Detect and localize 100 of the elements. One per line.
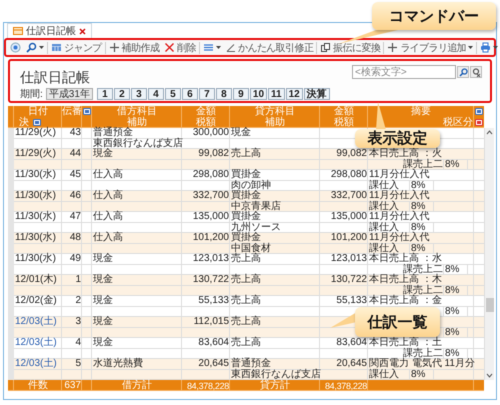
table-cell-text: 中国食材 <box>230 244 272 254</box>
table-cell-text: 現金 <box>230 128 252 138</box>
month-button[interactable]: 決算 <box>304 88 330 100</box>
table-cell-text: 買掛金 <box>230 191 261 202</box>
tag-icon <box>475 119 483 126</box>
table-cell-text: 11/30(水) <box>14 254 57 264</box>
table-cell-text: 売上高 <box>230 317 262 328</box>
table-cell-text: 現金 <box>92 338 114 348</box>
month-button[interactable]: 7 <box>198 88 215 100</box>
table-cell-text: 売上高 <box>230 254 262 264</box>
month-button[interactable]: 6 <box>182 88 198 100</box>
month-button[interactable]: 9 <box>232 88 249 100</box>
month-button[interactable]: 4 <box>148 88 164 100</box>
table-cell-text: 売上高 <box>230 149 262 160</box>
table-cell-text: 九州ソース <box>230 222 282 233</box>
table-cell-text: 買掛金 <box>230 170 261 180</box>
month-button[interactable]: 2 <box>114 88 130 100</box>
table-cell-text: 11月分仕入代 <box>368 191 430 202</box>
table-cell-text: 貸方計 <box>259 380 291 391</box>
table-cell-text: 仕入高 <box>92 191 124 202</box>
table-cell-text: 298,080 <box>330 170 368 180</box>
table-cell-text: 300,000 <box>192 128 230 138</box>
table-cell-text: 仕入高 <box>92 170 124 180</box>
table-cell-text: 売上高 <box>230 338 262 348</box>
table-cell-text: 11月分仕入代 <box>368 212 430 222</box>
table-cell-text: 99,082 <box>197 149 230 160</box>
table-cell-text: 普通預金 <box>230 359 272 370</box>
ledger-icon <box>13 27 23 35</box>
toolbar-icon-button[interactable] <box>8 40 23 54</box>
toolbar-button[interactable]: 削除 <box>162 40 198 54</box>
search-field[interactable]: <検索文字> <box>352 65 456 79</box>
scrollbar[interactable] <box>484 128 494 380</box>
table-cell-text: 肉の卸神 <box>230 180 272 191</box>
table-cell-text: 332,700 <box>330 191 368 202</box>
toolbar-icon-button[interactable] <box>478 40 500 54</box>
table-cell-text: 44 <box>68 149 82 160</box>
table-cell-text: 12/01(木) <box>14 275 58 286</box>
table-cell-text: 11/29(火) <box>14 149 57 160</box>
search-icon <box>26 42 37 53</box>
month-button[interactable]: 3 <box>130 88 147 100</box>
caret-icon <box>216 46 222 49</box>
table-icon <box>51 42 62 53</box>
table-cell-text: 298,080 <box>192 170 230 180</box>
tab-title: 仕訳日記帳 <box>26 24 76 38</box>
table-cell-text: 本日売上高 ：水 <box>368 254 443 264</box>
chevron-up-icon[interactable] <box>486 128 493 136</box>
caret-icon <box>468 46 474 49</box>
chevron-down-icon[interactable] <box>486 372 493 380</box>
table-cell-text: 84,378,228 <box>186 380 230 391</box>
column-settings-icon <box>83 108 91 115</box>
month-button[interactable]: 12 <box>286 88 303 100</box>
table-cell-text: 普通預金 <box>92 128 133 138</box>
table-cell-text: 637 <box>63 380 82 391</box>
close-icon[interactable] <box>79 28 86 34</box>
table-cell-text: 現金 <box>92 275 114 286</box>
table-cell-text: 130,722 <box>330 275 368 286</box>
table-cell-text: 83,604 <box>335 338 368 348</box>
table-cell-text: 現金 <box>92 254 114 264</box>
table-cell-text: 123,013 <box>330 254 368 264</box>
table-cell-text: 5 <box>74 359 82 370</box>
row-header[interactable] <box>8 128 14 149</box>
table-cell-text: 4 <box>74 338 82 348</box>
toggle-icon <box>33 119 41 126</box>
toolbar-button[interactable]: 補助作成 <box>106 40 162 54</box>
table-cell-text: 現金 <box>92 317 114 328</box>
year-selector[interactable]: 平成31年 <box>46 88 93 100</box>
table-cell-text: 買掛金 <box>230 233 261 244</box>
table-cell-text: 135,000 <box>330 212 368 222</box>
table-cell-text: 12/03(土) <box>14 317 58 328</box>
toolbar-icon-button[interactable] <box>24 40 46 54</box>
column-settings-icon <box>475 108 483 115</box>
month-button[interactable]: 5 <box>164 88 181 100</box>
table-cell-text: 借方計 <box>121 380 153 391</box>
clear-search-button[interactable] <box>470 66 482 78</box>
table-cell-text: 水道光熱費 <box>92 359 144 370</box>
pencil-icon <box>225 42 236 53</box>
column-header: 補助 <box>127 117 147 128</box>
search-button[interactable] <box>457 66 469 78</box>
document-tab[interactable]: 仕訳日記帳 <box>7 23 92 38</box>
month-button[interactable]: 11 <box>268 88 285 100</box>
month-button[interactable]: 10 <box>250 88 268 100</box>
row-header[interactable] <box>8 359 14 380</box>
toolbar-button[interactable]: ジャンプ <box>49 40 104 54</box>
month-button[interactable]: 8 <box>216 88 232 100</box>
table-cell-text: 12/03(土) <box>14 338 58 348</box>
toolbar-button[interactable]: ライブラリ追加 <box>385 40 476 54</box>
month-button[interactable]: 1 <box>96 88 113 100</box>
table-cell-text: 11/29(火) <box>14 128 57 138</box>
copy-icon <box>320 42 332 53</box>
toolbar-button[interactable]: 振伝に変換 <box>318 40 382 54</box>
callout: 仕訳一覧 <box>355 307 440 337</box>
toolbar-button[interactable]: かんたん取引修正 <box>223 40 316 54</box>
list-icon <box>203 42 214 53</box>
table-cell-text: 101,200 <box>192 233 230 244</box>
table-cell-text: 130,722 <box>192 275 230 286</box>
delete-icon <box>164 42 176 53</box>
table-cell-text: 2 <box>74 296 82 306</box>
caret-icon <box>493 46 498 49</box>
table-cell-text: 47 <box>68 212 82 222</box>
scrollbar-thumb[interactable] <box>486 298 494 312</box>
